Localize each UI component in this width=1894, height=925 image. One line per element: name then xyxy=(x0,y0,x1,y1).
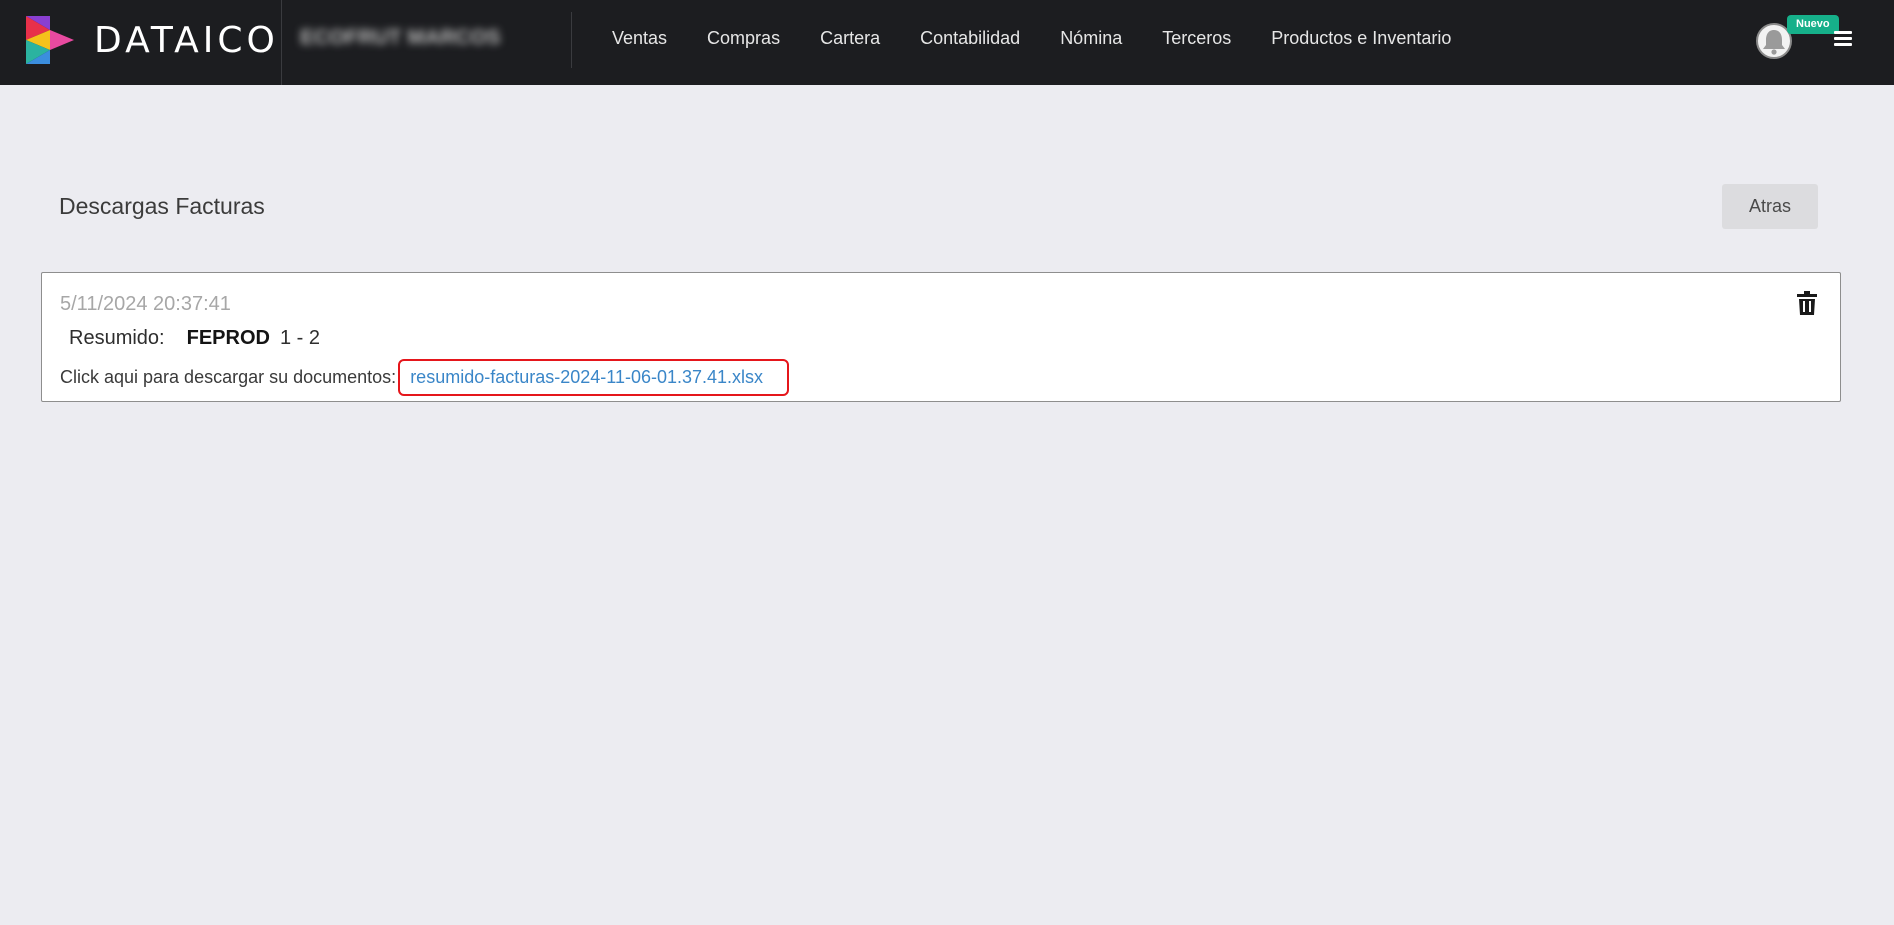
navbar-divider xyxy=(281,0,282,85)
download-summary: Resumido: FEPROD 1 - 2 xyxy=(69,327,320,350)
invoice-prefix: FEPROD xyxy=(186,327,270,349)
nav-item-nomina[interactable]: Nómina xyxy=(1060,28,1122,49)
nav-item-contabilidad[interactable]: Contabilidad xyxy=(920,28,1020,49)
nav-item-ventas[interactable]: Ventas xyxy=(612,28,667,49)
nav-item-compras[interactable]: Compras xyxy=(707,28,780,49)
navbar-divider xyxy=(571,12,572,68)
trash-icon xyxy=(1797,291,1817,315)
summary-label: Resumido: xyxy=(69,327,165,349)
nav-item-terceros[interactable]: Terceros xyxy=(1162,28,1231,49)
new-badge: Nuevo xyxy=(1787,15,1839,34)
top-navbar: DATAICO ECOFRUT MARCOS SAS Ventas Compra… xyxy=(0,0,1894,85)
download-file-link[interactable]: resumido-facturas-2024-11-06-01.37.41.xl… xyxy=(398,359,790,396)
invoice-range: 1 - 2 xyxy=(279,327,320,349)
back-button[interactable]: Atras xyxy=(1722,184,1818,229)
page-title: Descargas Facturas xyxy=(59,193,265,219)
download-instruction: Click aqui para descargar su documentos: xyxy=(60,367,397,387)
brand-name: DATAICO xyxy=(94,19,279,61)
download-card: 5/11/2024 20:37:41 Resumido: FEPROD 1 - … xyxy=(41,272,1841,402)
nav-item-productos-inventario[interactable]: Productos e Inventario xyxy=(1271,28,1451,49)
hamburger-menu-icon[interactable] xyxy=(1834,31,1852,49)
brand[interactable]: DATAICO xyxy=(24,14,279,66)
download-date: 5/11/2024 20:37:41 xyxy=(60,293,231,315)
nav-item-cartera[interactable]: Cartera xyxy=(820,28,880,49)
download-row: Click aqui para descargar su documentos:… xyxy=(60,359,790,396)
main-nav: Ventas Compras Cartera Contabilidad Nómi… xyxy=(612,28,1451,49)
dataico-logo-icon xyxy=(26,16,74,64)
delete-button[interactable] xyxy=(1797,291,1817,315)
company-name: ECOFRUT MARCOS SAS xyxy=(300,26,505,49)
